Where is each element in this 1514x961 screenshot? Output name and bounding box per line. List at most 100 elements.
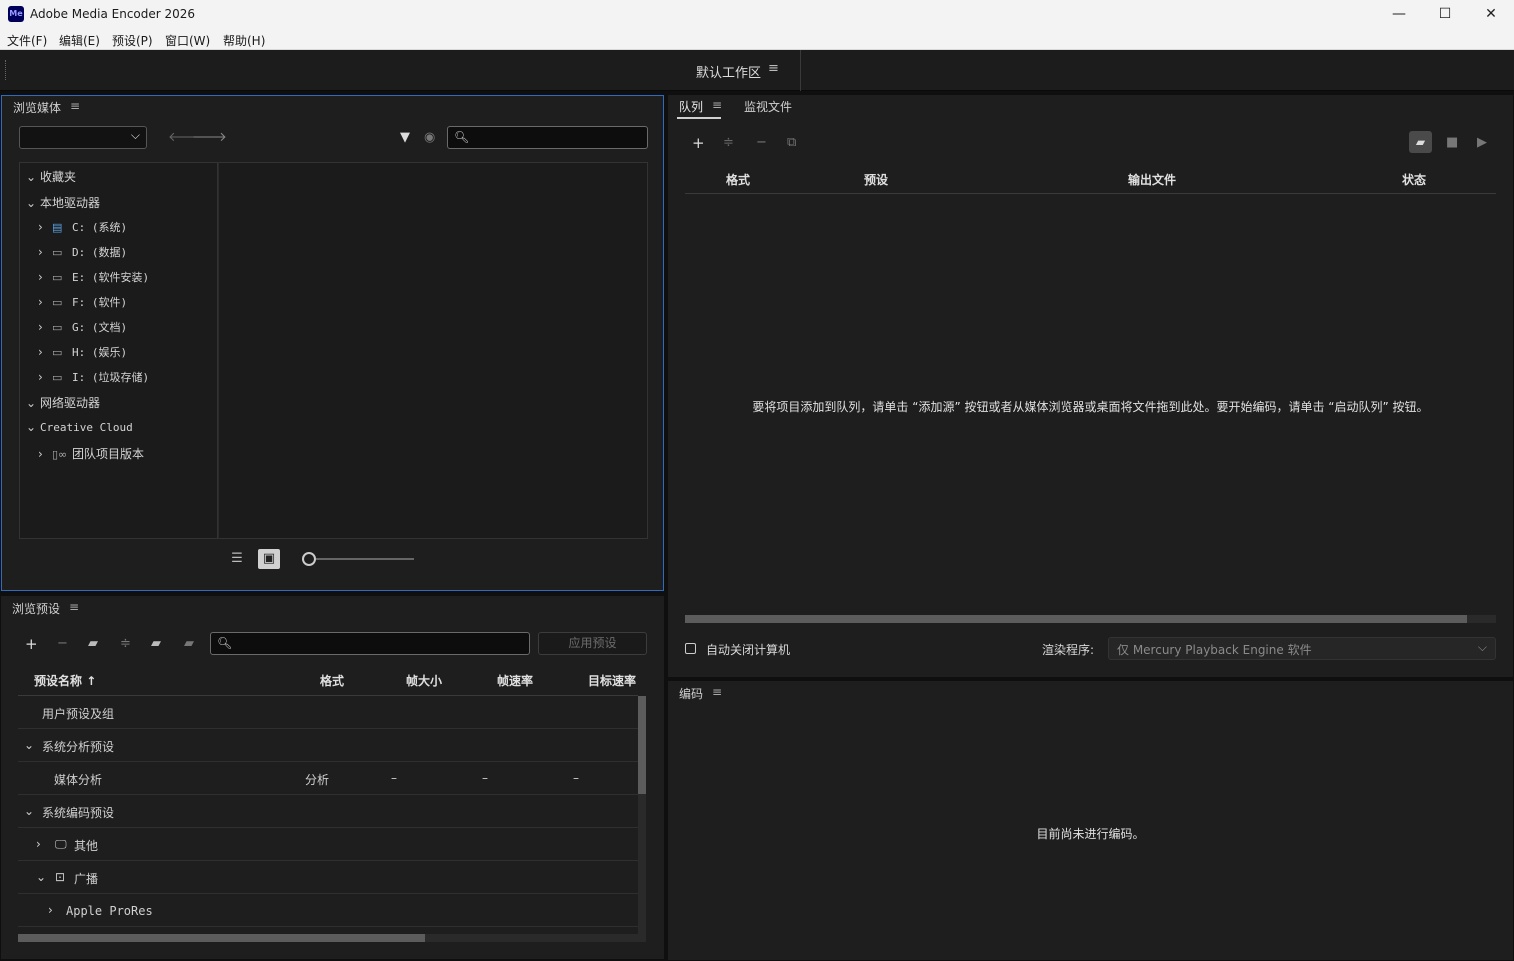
column-output-file[interactable]: 输出文件 [1128,171,1176,188]
chevron-down-icon[interactable]: ⌄ [36,870,46,884]
start-queue-icon[interactable]: ▶ [1477,136,1487,150]
duplicate-icon[interactable]: ⧉ [787,136,796,150]
tab-media-browser[interactable]: 浏览媒体 [13,99,61,116]
queue-settings-icon[interactable]: ≑ [723,136,734,150]
chevron-right-icon[interactable]: › [48,903,53,917]
chevron-right-icon[interactable]: › [38,447,52,461]
close-button[interactable]: ✕ [1468,0,1514,29]
panel-menu-icon[interactable]: ≡ [70,99,80,113]
scrollbar-thumb[interactable] [685,615,1467,623]
chevron-down-icon[interactable]: ⌄ [24,804,34,818]
chevron-right-icon[interactable]: › [38,295,52,309]
chevron-right-icon[interactable]: › [38,370,52,384]
zoom-slider-knob[interactable] [302,552,316,566]
tree-item-team-projects[interactable]: › ▯∞ 团队项目版本 [38,445,144,462]
auto-shutdown-label[interactable]: 自动关闭计算机 [706,641,790,658]
menu-edit[interactable]: 编辑(E) [59,32,100,49]
workspace-menu-icon[interactable]: ≡ [768,61,779,76]
preset-search-input[interactable]: 🔍︎ [210,632,530,655]
drive-icon: ▭ [52,371,63,384]
vertical-scrollbar[interactable] [638,696,646,936]
tree-item-drive-d[interactable]: › ▭ D: (数据) [38,244,127,260]
horizontal-scrollbar[interactable] [685,615,1496,623]
zoom-slider-track[interactable] [316,558,414,560]
table-row[interactable]: › 🖵 其他 [18,828,638,861]
table-row[interactable]: › Apple ProRes [18,894,638,927]
preset-settings-icon[interactable]: ≑ [120,637,131,651]
thumbnail-view-icon[interactable]: ▣ [258,549,280,569]
import-preset-icon[interactable]: ▰ [151,637,161,651]
tree-item-network-drives[interactable]: ⌄ 网络驱动器 [26,394,100,411]
panel-menu-icon[interactable]: ≡ [712,685,722,699]
chevron-down-icon[interactable]: ⌄ [24,738,34,752]
tree-item-drive-h[interactable]: › ▭ H: (娱乐) [38,344,127,360]
menu-preset[interactable]: 预设(P) [112,32,153,49]
tree-item-creative-cloud[interactable]: ⌄ Creative Cloud [26,420,133,434]
forward-arrow-icon[interactable]: 🡒 [192,131,227,145]
maximize-button[interactable]: ☐ [1422,0,1468,29]
column-format[interactable]: 格式 [320,672,344,689]
tree-item-drive-f[interactable]: › ▭ F: (软件) [38,294,127,310]
table-row[interactable]: ⌄ 系统分析预设 [18,729,638,762]
add-preset-icon[interactable]: + [25,637,38,652]
eye-icon[interactable]: ◉ [424,131,435,145]
tree-item-drive-e[interactable]: › ▭ E: (软件安装) [38,269,149,285]
chevron-right-icon[interactable]: › [38,245,52,259]
remove-preset-icon[interactable]: − [57,637,68,651]
minimize-button[interactable]: — [1376,0,1422,29]
list-view-icon[interactable]: ☰ [226,549,248,569]
new-group-icon[interactable]: ▰ [88,637,98,651]
table-row[interactable]: ⌄ 系统编码预设 [18,795,638,828]
panel-menu-icon[interactable]: ≡ [69,600,79,614]
auto-encode-watch-folders-icon[interactable]: ▰ [1409,131,1432,153]
tree-item-favorites[interactable]: ⌄ 收藏夹 [26,168,76,185]
menu-file[interactable]: 文件(F) [7,32,47,49]
column-preset[interactable]: 预设 [864,171,888,188]
tree-item-drive-i[interactable]: › ▭ I: (垃圾存储) [38,369,149,385]
filter-icon[interactable]: ▼ [400,131,410,145]
chevron-right-icon[interactable]: › [38,270,52,284]
stop-queue-icon[interactable]: ■ [1446,136,1458,150]
chevron-right-icon[interactable]: › [36,837,41,851]
tree-item-local-drives[interactable]: ⌄ 本地驱动器 [26,194,100,211]
media-search-input[interactable]: 🔍︎ [447,126,648,149]
media-content-area[interactable] [218,162,648,539]
renderer-select[interactable]: 仅 Mercury Playback Engine 软件 ⌵ [1108,637,1496,660]
chevron-down-icon[interactable]: ⌄ [26,396,40,410]
auto-shutdown-checkbox[interactable] [685,643,696,654]
tree-item-drive-g[interactable]: › ▭ G: (文档) [38,319,127,335]
export-preset-icon[interactable]: ▰ [184,637,194,651]
scrollbar-thumb[interactable] [638,696,646,794]
tab-queue[interactable]: 队列 [679,98,703,115]
column-frame-rate[interactable]: 帧速率 [497,672,533,689]
panel-menu-icon[interactable]: ≡ [712,98,722,112]
menu-window[interactable]: 窗口(W) [165,32,210,49]
location-dropdown[interactable]: ⌵ [19,126,147,149]
tree-item-drive-c[interactable]: › ▤ C: (系统) [38,219,127,235]
remove-item-icon[interactable]: − [756,136,767,150]
add-source-icon[interactable]: + [692,136,705,151]
column-frame-size[interactable]: 帧大小 [406,672,442,689]
scrollbar-thumb[interactable] [18,934,425,942]
tab-watch-folders[interactable]: 监视文件 [744,98,792,115]
chevron-right-icon[interactable]: › [38,320,52,334]
chevron-down-icon[interactable]: ⌄ [26,170,40,184]
tab-preset-browser[interactable]: 浏览预设 [12,600,60,617]
column-format[interactable]: 格式 [726,171,750,188]
column-target-rate[interactable]: 目标速率 [588,672,636,689]
chevron-right-icon[interactable]: › [38,345,52,359]
workspace-default[interactable]: 默认工作区 [696,62,761,81]
tab-encoding[interactable]: 编码 [679,685,703,702]
chevron-down-icon[interactable]: ⌄ [26,420,40,434]
table-row[interactable]: 用户预设及组 [18,696,638,729]
chevron-right-icon[interactable]: › [38,220,52,234]
chevron-down-icon[interactable]: ⌄ [26,196,40,210]
table-row[interactable]: 媒体分析 分析 – – – [18,762,638,795]
column-status[interactable]: 状态 [1402,171,1426,188]
menu-help[interactable]: 帮助(H) [223,32,265,49]
grip-handle[interactable] [5,60,8,80]
column-preset-name[interactable]: 预设名称 ↑ [34,672,96,689]
apply-preset-button[interactable]: 应用预设 [538,632,647,655]
horizontal-scrollbar[interactable] [18,934,646,942]
table-row[interactable]: ⌄ ⊡ 广播 [18,861,638,894]
